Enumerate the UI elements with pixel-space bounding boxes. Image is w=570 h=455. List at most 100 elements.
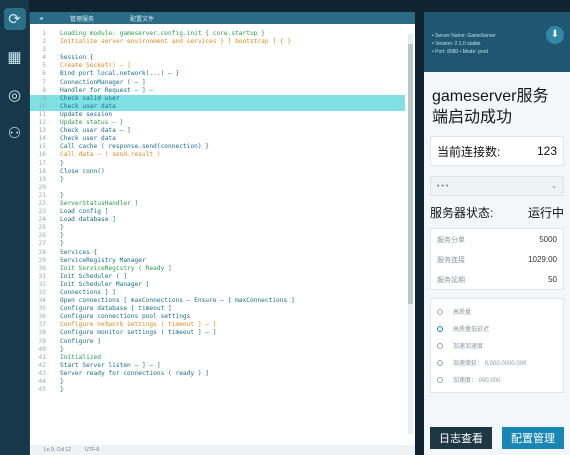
details-dropdown[interactable]: • • • ⌄ [430, 176, 564, 196]
code-line[interactable]: 28 Services { [30, 249, 405, 257]
code-line[interactable]: 34 Open connections [ maxConnections — E… [30, 297, 405, 305]
code-line[interactable]: 9 Check valid user [30, 94, 405, 103]
stats-card: 服务分单 5000 服务连接 1029:00 服务延期 50 [430, 228, 564, 290]
code-line[interactable]: 44 } [30, 378, 405, 386]
code-line[interactable]: 41 Initialized [30, 354, 405, 362]
scrollbar-thumb[interactable] [408, 44, 413, 304]
line-number: 33 [38, 289, 46, 296]
code-line[interactable]: 20 [30, 184, 405, 192]
code-line[interactable]: 29 ServiceRegistry Manager [30, 257, 405, 265]
code-line[interactable]: 30 Init ServiceRegistry ( Ready ] [30, 265, 405, 273]
code-line[interactable]: 8 Handler for Request — ] — [30, 87, 405, 95]
stat-key: 服务分单 [437, 237, 465, 244]
line-number: 25 [38, 224, 46, 232]
code-line[interactable]: 33 Connections ] ] [30, 289, 405, 297]
vertical-scrollbar[interactable] [408, 34, 413, 434]
code-text: Initialized [60, 353, 101, 361]
meta-line: • Port: 8080 • Mode: prod [432, 49, 489, 55]
code-line[interactable]: 22 ServerStatusHandler ] [30, 200, 405, 208]
mode-option[interactable]: 高质量低延迟 [437, 320, 557, 337]
code-line[interactable]: 18 Close conn() [30, 168, 405, 176]
code-line[interactable]: 23 Load config ] [30, 208, 405, 216]
refresh-icon[interactable]: ⟳ [3, 8, 26, 30]
radio-icon[interactable] [437, 376, 443, 383]
code-line[interactable]: 39 Configure ] [30, 338, 405, 346]
line-number: 19 [38, 175, 46, 183]
line-number: 1 [42, 30, 46, 37]
code-line[interactable]: 1 Loading module: gameserver.config.init … [30, 30, 405, 38]
code-line[interactable]: 16 Call data — ( send.result ) [30, 151, 405, 159]
code-line[interactable]: 5 Create Socket() — ] [30, 62, 405, 70]
code-line[interactable]: 35 Configure database [ timeout ] [30, 305, 405, 313]
code-text: Loading module: gameserver.config.init {… [60, 30, 265, 37]
line-number: 7 [42, 78, 46, 86]
code-line[interactable]: 42 Start Server listen — ] — ] [30, 362, 405, 370]
mode-option[interactable]: 加速度： 000.000 [437, 371, 557, 388]
stat-row: 服务分单 5000 [431, 229, 563, 249]
code-line[interactable]: 31 Init Scheduler ( ] [30, 273, 405, 281]
line-number: 23 [38, 208, 46, 216]
editor-statusbar: Ln 9, Col 12 UTF-8 [30, 445, 415, 455]
radio-icon[interactable] [437, 325, 443, 332]
radio-icon[interactable] [437, 342, 443, 349]
radio-icon[interactable] [437, 308, 443, 315]
mode-option[interactable]: 高质量 [437, 303, 557, 320]
code-line[interactable]: 13 Check user data — ] [30, 127, 405, 135]
code-line[interactable]: 38 Configure monitor settings ( timeout … [30, 329, 405, 337]
code-line[interactable]: 25 } [30, 224, 405, 232]
mode-option[interactable]: 加速度延： 0.000.0000.000 [437, 354, 557, 371]
code-line[interactable]: 14 Check user data [30, 135, 405, 143]
code-line[interactable]: 10 Check user data [30, 102, 405, 111]
sync-icon[interactable]: ◎ [4, 84, 26, 106]
code-line[interactable]: 6 Bind port local.network(...) — } [30, 70, 405, 78]
radio-icon[interactable] [437, 359, 443, 366]
code-line[interactable]: 24 Load database ] [30, 216, 405, 224]
code-text: } [60, 386, 64, 394]
code-line[interactable]: 36 Configure connections pool settings [30, 313, 405, 321]
code-text: Load config ] [60, 208, 109, 216]
line-number: 39 [38, 337, 46, 345]
line-number: 40 [38, 345, 46, 353]
code-line[interactable]: 26 } [30, 232, 405, 240]
code-line[interactable]: 32 Init Scheduler Manager ] [30, 281, 405, 289]
code-line[interactable]: 43 Server ready for connections ( ready … [30, 370, 405, 378]
stat-key: 服务连接 [437, 257, 465, 264]
download-icon[interactable]: ⬇ [546, 26, 564, 44]
tab-config-file[interactable]: 配置文件 [112, 14, 172, 23]
line-number: 45 [38, 386, 46, 394]
server-meta: • Server Name: GameServer • Version: 2.1… [432, 32, 496, 56]
grid-icon[interactable]: ▦ [4, 46, 26, 68]
code-line[interactable]: 21} [30, 192, 405, 200]
code-line[interactable]: 37 Configure network settings ( timeout … [30, 321, 405, 329]
line-number: 44 [38, 378, 46, 386]
line-number: 4 [42, 54, 46, 62]
meta-line: • Version: 2.1.0 stable [432, 41, 481, 47]
option-label: 高质量低延迟 [453, 327, 490, 333]
code-line[interactable]: 40 } [30, 346, 405, 354]
code-line[interactable]: 3 [30, 46, 405, 54]
code-editor[interactable]: ◂ 管理服务 配置文件 1 Loading module: gameserver.… [29, 12, 415, 455]
code-line[interactable]: 45} [30, 386, 405, 394]
config-manage-button[interactable]: 配置管理 [502, 427, 564, 449]
code-line[interactable]: 17 } [30, 160, 405, 168]
code-line[interactable]: 19 } [30, 176, 405, 184]
mode-option[interactable]: 加速加速度 [437, 337, 557, 354]
tab-manage-service[interactable]: 管理服务 [52, 14, 112, 23]
code-line[interactable]: 15 Call cache ( response.send(connection… [30, 143, 405, 151]
code-line[interactable]: 7 ConnectionManager ( — ] [30, 79, 405, 87]
collapse-icon[interactable]: ◂ [30, 15, 52, 22]
stat-value: 1029:00 [528, 255, 557, 264]
line-number: 34 [38, 297, 46, 305]
code-line[interactable]: 11 Update session [30, 111, 405, 119]
dropdown-label: • • • [437, 182, 449, 190]
code-lines[interactable]: 1 Loading module: gameserver.config.init … [30, 30, 405, 441]
user-icon[interactable]: ⚇ [4, 122, 26, 144]
stat-key: 服务延期 [437, 277, 465, 284]
code-line[interactable]: 4 Session { [30, 54, 405, 62]
code-line[interactable]: 2 Initialize server environment and servi… [30, 38, 405, 46]
code-line[interactable]: 27} [30, 240, 405, 248]
view-log-button[interactable]: 日志查看 [430, 427, 492, 449]
line-number: 5 [42, 62, 46, 70]
code-line[interactable]: 12 Update status — } [30, 119, 405, 127]
code-text: Check valid user [60, 94, 120, 102]
